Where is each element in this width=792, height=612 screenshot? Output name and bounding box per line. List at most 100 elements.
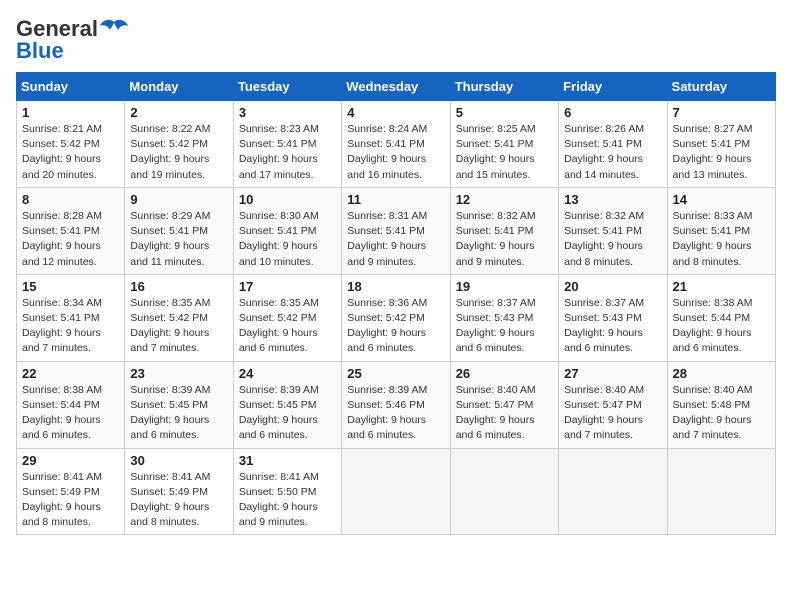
day-number: 19: [456, 279, 553, 294]
calendar-cell: 23 Sunrise: 8:39 AMSunset: 5:45 PMDayligh…: [125, 361, 233, 448]
calendar-cell: 6Sunrise: 8:26 AMSunset: 5:41 PMDaylight…: [559, 101, 667, 188]
calendar-week-2: 8Sunrise: 8:28 AMSunset: 5:41 PMDaylight…: [17, 187, 776, 274]
day-number: 26: [456, 366, 553, 381]
calendar-cell: 18Sunrise: 8:36 AMSunset: 5:42 PMDayligh…: [342, 274, 450, 361]
day-number: 30: [130, 453, 227, 468]
cell-info: Sunrise: 8:38 AMSunset: 5:44 PMDaylight:…: [22, 384, 102, 442]
day-number: 17: [239, 279, 336, 294]
calendar-cell: 21 Sunrise: 8:38 AMSunset: 5:44 PMDayligh…: [667, 274, 775, 361]
col-header-sunday: Sunday: [17, 73, 125, 101]
calendar-cell: 13 Sunrise: 8:32 AMSunset: 5:41 PMDayligh…: [559, 187, 667, 274]
cell-info: Sunrise: 8:39 AMSunset: 5:46 PMDaylight:…: [347, 384, 427, 442]
day-number: 12: [456, 192, 553, 207]
calendar-cell: 30 Sunrise: 8:41 AMSunset: 5:49 PMDayligh…: [125, 448, 233, 535]
calendar-cell: 24Sunrise: 8:39 AMSunset: 5:45 PMDayligh…: [233, 361, 341, 448]
calendar-cell: 19 Sunrise: 8:37 AMSunset: 5:43 PMDayligh…: [450, 274, 558, 361]
day-number: 9: [130, 192, 227, 207]
logo: General Blue: [16, 16, 128, 64]
calendar-cell: 10 Sunrise: 8:30 AMSunset: 5:41 PMDayligh…: [233, 187, 341, 274]
cell-info: Sunrise: 8:30 AMSunset: 5:41 PMDaylight:…: [239, 210, 319, 268]
calendar-week-4: 22 Sunrise: 8:38 AMSunset: 5:44 PMDayligh…: [17, 361, 776, 448]
cell-info: Sunrise: 8:34 AMSunset: 5:41 PMDaylight:…: [22, 297, 102, 355]
day-number: 16: [130, 279, 227, 294]
cell-info: Sunrise: 8:23 AMSunset: 5:41 PMDaylight:…: [239, 123, 319, 181]
calendar-cell: [450, 448, 558, 535]
calendar-cell: [667, 448, 775, 535]
day-number: 4: [347, 105, 444, 120]
calendar-cell: 26 Sunrise: 8:40 AMSunset: 5:47 PMDayligh…: [450, 361, 558, 448]
col-header-monday: Monday: [125, 73, 233, 101]
cell-info: Sunrise: 8:35 AMSunset: 5:42 PMDaylight:…: [239, 297, 319, 355]
calendar-cell: 1 Sunrise: 8:21 AMSunset: 5:42 PMDaylight…: [17, 101, 125, 188]
day-number: 23: [130, 366, 227, 381]
cell-info: Sunrise: 8:37 AMSunset: 5:43 PMDaylight:…: [456, 297, 536, 355]
calendar-week-5: 29 Sunrise: 8:41 AMSunset: 5:49 PMDayligh…: [17, 448, 776, 535]
calendar-cell: [342, 448, 450, 535]
day-number: 25: [347, 366, 444, 381]
col-header-saturday: Saturday: [667, 73, 775, 101]
cell-info: Sunrise: 8:40 AMSunset: 5:47 PMDaylight:…: [456, 384, 536, 442]
calendar-cell: 29 Sunrise: 8:41 AMSunset: 5:49 PMDayligh…: [17, 448, 125, 535]
cell-info: Sunrise: 8:38 AMSunset: 5:44 PMDaylight:…: [673, 297, 753, 355]
day-number: 31: [239, 453, 336, 468]
calendar-cell: 3 Sunrise: 8:23 AMSunset: 5:41 PMDaylight…: [233, 101, 341, 188]
calendar-cell: 28 Sunrise: 8:40 AMSunset: 5:48 PMDayligh…: [667, 361, 775, 448]
calendar-cell: 4 Sunrise: 8:24 AMSunset: 5:41 PMDaylight…: [342, 101, 450, 188]
cell-info: Sunrise: 8:40 AMSunset: 5:48 PMDaylight:…: [673, 384, 753, 442]
calendar-cell: 16 Sunrise: 8:35 AMSunset: 5:42 PMDayligh…: [125, 274, 233, 361]
calendar-cell: 14 Sunrise: 8:33 AMSunset: 5:41 PMDayligh…: [667, 187, 775, 274]
cell-info: Sunrise: 8:37 AMSunset: 5:43 PMDaylight:…: [564, 297, 644, 355]
cell-info: Sunrise: 8:32 AMSunset: 5:41 PMDaylight:…: [456, 210, 536, 268]
day-number: 7: [673, 105, 770, 120]
cell-info: Sunrise: 8:41 AMSunset: 5:49 PMDaylight:…: [22, 471, 102, 529]
day-number: 18: [347, 279, 444, 294]
calendar-week-1: 1 Sunrise: 8:21 AMSunset: 5:42 PMDaylight…: [17, 101, 776, 188]
cell-info: Sunrise: 8:27 AMSunset: 5:41 PMDaylight:…: [673, 123, 753, 181]
cell-info: Sunrise: 8:33 AMSunset: 5:41 PMDaylight:…: [673, 210, 753, 268]
day-number: 21: [673, 279, 770, 294]
col-header-wednesday: Wednesday: [342, 73, 450, 101]
cell-info: Sunrise: 8:25 AMSunset: 5:41 PMDaylight:…: [456, 123, 536, 181]
calendar-cell: 5 Sunrise: 8:25 AMSunset: 5:41 PMDaylight…: [450, 101, 558, 188]
col-header-thursday: Thursday: [450, 73, 558, 101]
cell-info: Sunrise: 8:39 AMSunset: 5:45 PMDaylight:…: [239, 384, 319, 442]
calendar-cell: 20 Sunrise: 8:37 AMSunset: 5:43 PMDayligh…: [559, 274, 667, 361]
cell-info: Sunrise: 8:21 AMSunset: 5:42 PMDaylight:…: [22, 123, 102, 181]
header-row: SundayMondayTuesdayWednesdayThursdayFrid…: [17, 73, 776, 101]
calendar-cell: 22 Sunrise: 8:38 AMSunset: 5:44 PMDayligh…: [17, 361, 125, 448]
day-number: 13: [564, 192, 661, 207]
day-number: 5: [456, 105, 553, 120]
calendar-cell: 2 Sunrise: 8:22 AMSunset: 5:42 PMDaylight…: [125, 101, 233, 188]
calendar-cell: [559, 448, 667, 535]
cell-info: Sunrise: 8:35 AMSunset: 5:42 PMDaylight:…: [130, 297, 210, 355]
col-header-friday: Friday: [559, 73, 667, 101]
calendar-cell: 12 Sunrise: 8:32 AMSunset: 5:41 PMDayligh…: [450, 187, 558, 274]
calendar-cell: 8Sunrise: 8:28 AMSunset: 5:41 PMDaylight…: [17, 187, 125, 274]
day-number: 8: [22, 192, 119, 207]
day-number: 3: [239, 105, 336, 120]
day-number: 20: [564, 279, 661, 294]
calendar-cell: 15 Sunrise: 8:34 AMSunset: 5:41 PMDayligh…: [17, 274, 125, 361]
calendar-cell: 27Sunrise: 8:40 AMSunset: 5:47 PMDayligh…: [559, 361, 667, 448]
calendar-table: SundayMondayTuesdayWednesdayThursdayFrid…: [16, 72, 776, 535]
day-number: 1: [22, 105, 119, 120]
day-number: 22: [22, 366, 119, 381]
day-number: 15: [22, 279, 119, 294]
day-number: 6: [564, 105, 661, 120]
cell-info: Sunrise: 8:39 AMSunset: 5:45 PMDaylight:…: [130, 384, 210, 442]
cell-info: Sunrise: 8:24 AMSunset: 5:41 PMDaylight:…: [347, 123, 427, 181]
day-number: 2: [130, 105, 227, 120]
cell-info: Sunrise: 8:22 AMSunset: 5:42 PMDaylight:…: [130, 123, 210, 181]
day-number: 14: [673, 192, 770, 207]
cell-info: Sunrise: 8:41 AMSunset: 5:50 PMDaylight:…: [239, 471, 319, 529]
day-number: 27: [564, 366, 661, 381]
cell-info: Sunrise: 8:32 AMSunset: 5:41 PMDaylight:…: [564, 210, 644, 268]
day-number: 28: [673, 366, 770, 381]
calendar-cell: 25 Sunrise: 8:39 AMSunset: 5:46 PMDayligh…: [342, 361, 450, 448]
day-number: 29: [22, 453, 119, 468]
day-number: 10: [239, 192, 336, 207]
cell-info: Sunrise: 8:41 AMSunset: 5:49 PMDaylight:…: [130, 471, 210, 529]
day-number: 11: [347, 192, 444, 207]
col-header-tuesday: Tuesday: [233, 73, 341, 101]
cell-info: Sunrise: 8:31 AMSunset: 5:41 PMDaylight:…: [347, 210, 427, 268]
